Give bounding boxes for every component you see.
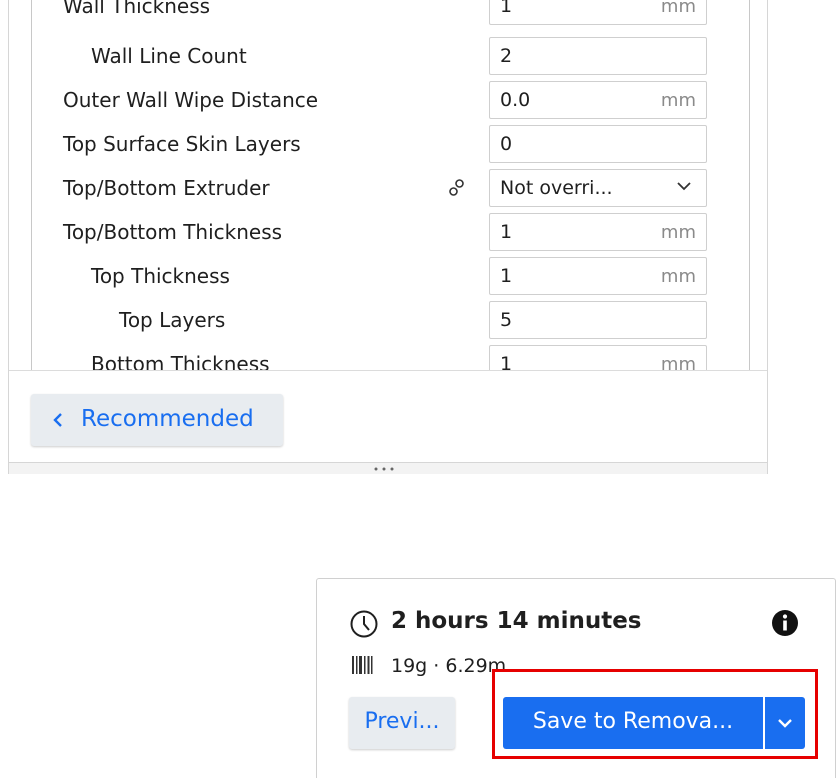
field-unit: mm [660, 266, 696, 287]
divider [9, 370, 767, 371]
spool-icon [352, 656, 373, 674]
field-unit: mm [660, 222, 696, 243]
setting-row-top-surface-skin-layers: Top Surface Skin Layers 0 [9, 122, 749, 166]
print-action-panel: 2 hours 14 minutes 19g · 6.29m Previ... … [316, 578, 836, 778]
panel-resize-handle[interactable] [9, 462, 767, 474]
top-layers-input[interactable]: 5 [489, 301, 707, 339]
setting-label: Top/Bottom Extruder [63, 176, 270, 200]
setting-row-top-thickness: Top Thickness 1 mm [9, 254, 749, 298]
setting-row-wall-thickness: Wall Thickness 1 mm [9, 0, 749, 28]
setting-row-top-bottom-thickness: Top/Bottom Thickness 1 mm [9, 210, 749, 254]
setting-label: Top Layers [119, 308, 226, 332]
recommended-button-label: Recommended [81, 406, 254, 432]
field-value: 1 [500, 221, 513, 243]
chevron-left-icon [53, 413, 62, 427]
wall-thickness-input[interactable]: 1 mm [489, 0, 707, 25]
wall-line-count-input[interactable]: 2 [489, 37, 707, 75]
field-value: 0.0 [500, 89, 531, 111]
setting-row-wall-line-count: Wall Line Count 2 [9, 34, 749, 78]
field-unit: mm [660, 90, 696, 111]
setting-label: Top Surface Skin Layers [63, 132, 301, 156]
info-icon[interactable] [771, 609, 799, 637]
field-value: 1 [500, 265, 513, 287]
settings-list-right-edge [749, 0, 750, 370]
setting-row-outer-wall-wipe-distance: Outer Wall Wipe Distance 0.0 mm [9, 78, 749, 122]
clock-icon [350, 610, 378, 638]
setting-label: Wall Line Count [91, 44, 247, 68]
top-bottom-extruder-select[interactable]: Not overri... [489, 169, 707, 207]
top-bottom-thickness-input[interactable]: 1 mm [489, 213, 707, 251]
preview-button[interactable]: Previ... [349, 697, 455, 749]
chevron-down-icon [677, 182, 691, 191]
field-unit: mm [660, 354, 696, 370]
top-surface-skin-layers-input[interactable]: 0 [489, 125, 707, 163]
preview-button-label: Previ... [364, 709, 440, 734]
outer-wall-wipe-distance-input[interactable]: 0.0 mm [489, 81, 707, 119]
setting-row-bottom-thickness: Bottom Thickness 1 mm [9, 342, 749, 370]
top-thickness-input[interactable]: 1 mm [489, 257, 707, 295]
field-value: 2 [500, 45, 513, 67]
field-unit: mm [660, 0, 696, 17]
save-options-dropdown-button[interactable] [765, 697, 805, 749]
setting-row-top-layers: Top Layers 5 [9, 298, 749, 342]
bottom-thickness-input[interactable]: 1 mm [489, 345, 707, 370]
setting-label: Wall Thickness [63, 0, 211, 18]
setting-label: Top/Bottom Thickness [63, 220, 283, 244]
setting-label: Bottom Thickness [91, 352, 270, 370]
field-value: 0 [500, 133, 513, 155]
settings-list[interactable]: Wall Thickness 1 mm Wall Line Count 2 Ou… [9, 0, 759, 370]
field-value: Not overri... [500, 177, 613, 199]
save-button-label: Save to Remova... [532, 709, 734, 734]
chevron-down-icon [778, 719, 792, 728]
setting-label: Top Thickness [91, 264, 230, 288]
drag-handle-icon [374, 467, 394, 471]
recommended-button[interactable]: Recommended [31, 394, 283, 446]
print-time: 2 hours 14 minutes [391, 608, 642, 634]
material-usage: 19g · 6.29m [391, 655, 507, 677]
field-value: 5 [500, 309, 513, 331]
field-value: 1 [500, 0, 513, 17]
custom-settings-panel: Wall Thickness 1 mm Wall Line Count 2 Ou… [8, 0, 768, 474]
setting-label: Outer Wall Wipe Distance [63, 88, 319, 112]
link-icon[interactable] [447, 178, 467, 198]
setting-row-top-bottom-extruder: Top/Bottom Extruder Not overri... [9, 166, 749, 210]
save-to-removable-drive-button[interactable]: Save to Remova... [503, 697, 763, 749]
field-value: 1 [500, 353, 513, 370]
